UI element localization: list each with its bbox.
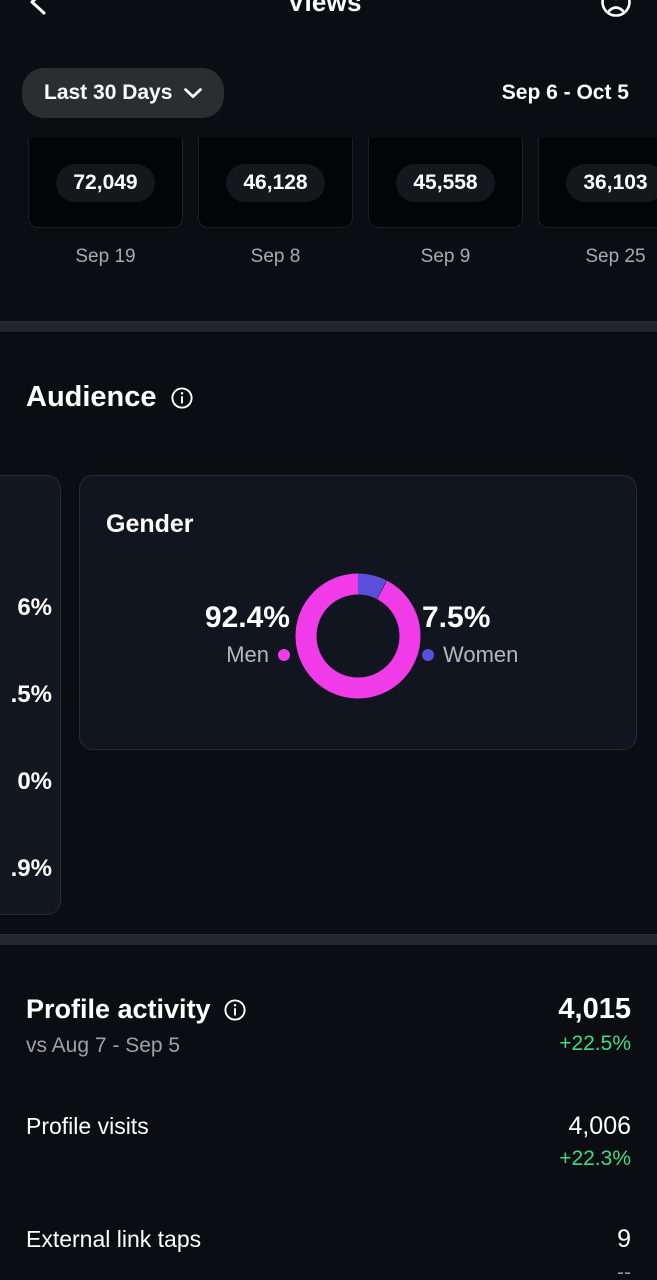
- women-legend-dot: [422, 649, 434, 661]
- women-legend: Women: [422, 642, 582, 668]
- audience-header: Audience: [0, 333, 657, 414]
- active-date-range: Sep 6 - Oct 5: [501, 81, 629, 104]
- gender-women-stat: 7.5% Women: [422, 601, 582, 668]
- content-thumbnail[interactable]: 45,558: [368, 138, 523, 228]
- chevron-left-icon: [30, 0, 46, 15]
- top-content-strip[interactable]: 72,049 Sep 19 46,128 Sep 8 45,558 Sep 9 …: [0, 138, 657, 288]
- metric-row[interactable]: Profile visits 4,006 +22.3%: [26, 1058, 631, 1171]
- top-content-item[interactable]: 45,558 Sep 9: [368, 138, 523, 288]
- info-circle-icon[interactable]: [224, 998, 246, 1021]
- metric-label: Profile visits: [26, 1113, 149, 1139]
- donut-svg: [295, 573, 421, 699]
- age-percent-value: .9%: [10, 855, 52, 882]
- profile-activity-delta: +22.5%: [559, 1032, 631, 1056]
- donut-slice-men: [295, 573, 421, 699]
- profile-activity-header-right: 4,015 +22.5%: [558, 994, 631, 1056]
- content-date-label: Sep 19: [75, 246, 136, 267]
- profile-activity-title-line: Profile activity: [26, 994, 246, 1025]
- age-percent-value: 0%: [17, 768, 52, 795]
- profile-activity-header-left: Profile activity vs Aug 7 - Sep 5: [26, 994, 246, 1058]
- account-info-circle-icon: [601, 0, 631, 17]
- date-controls-row: Last 30 Days Sep 6 - Oct 5: [0, 62, 657, 124]
- metric-values: 4,006 +22.3%: [559, 1113, 631, 1171]
- info-circle-icon[interactable]: [170, 386, 193, 409]
- profile-activity-section: Profile activity vs Aug 7 - Sep 5 4,015 …: [0, 946, 657, 1280]
- section-divider: [0, 934, 657, 946]
- age-percent-value: 6%: [17, 594, 52, 621]
- metric-delta: +22.3%: [559, 1147, 631, 1171]
- top-content-item[interactable]: 72,049 Sep 19: [28, 138, 183, 288]
- gender-men-stat: 92.4% Men: [150, 601, 290, 668]
- views-count-badge: 46,128: [226, 163, 325, 202]
- section-divider: [0, 321, 657, 333]
- metric-label: External link taps: [26, 1226, 202, 1253]
- back-button[interactable]: [24, 0, 50, 17]
- date-range-selector[interactable]: Last 30 Days: [22, 68, 225, 118]
- top-content-item[interactable]: 36,103 Sep 25: [538, 138, 657, 288]
- profile-activity-title: Profile activity: [26, 994, 211, 1024]
- views-count-badge: 45,558: [396, 163, 495, 202]
- top-content-item[interactable]: 46,128 Sep 8: [198, 138, 353, 288]
- metric-row[interactable]: External link taps 9 --: [26, 1171, 631, 1280]
- content-date-label: Sep 9: [420, 246, 471, 267]
- audience-cards-row[interactable]: 6% .5% 0% .9% Gender 92.4% Men 7.5% Wome…: [0, 475, 657, 915]
- men-legend-dot: [278, 649, 290, 661]
- account-info-button[interactable]: [599, 0, 633, 19]
- men-percentage: 92.4%: [204, 601, 290, 634]
- profile-activity-header: Profile activity vs Aug 7 - Sep 5 4,015 …: [26, 946, 631, 1058]
- gender-donut-chart: [291, 569, 425, 703]
- women-legend-label: Women: [443, 642, 519, 667]
- age-percent-value: .5%: [10, 681, 52, 708]
- content-date-label: Sep 8: [250, 246, 301, 267]
- audience-section: Audience 6% .5% 0% .9% Gender 92.4% Men …: [0, 333, 657, 934]
- views-count-badge: 36,103: [566, 163, 657, 202]
- insights-screen: Views Last 30 Days Sep 6 - Oct 5 72,049 …: [0, 0, 657, 1280]
- page-title: Views: [287, 0, 362, 17]
- date-range-selector-label: Last 30 Days: [44, 81, 173, 104]
- gender-card-title: Gender: [106, 510, 194, 538]
- views-count-badge: 72,049: [56, 163, 155, 202]
- profile-activity-total: 4,015: [558, 993, 631, 1025]
- content-date-label: Sep 25: [585, 246, 646, 267]
- top-navigation-bar: Views: [0, 0, 657, 26]
- content-thumbnail[interactable]: 36,103: [538, 138, 657, 228]
- content-thumbnail[interactable]: 46,128: [198, 138, 353, 228]
- audience-title: Audience: [26, 381, 157, 413]
- metric-value: 9: [617, 1225, 631, 1254]
- gender-card[interactable]: Gender 92.4% Men 7.5% Women: [79, 475, 637, 750]
- age-range-card[interactable]: 6% .5% 0% .9%: [0, 475, 61, 915]
- men-legend-label: Men: [226, 642, 269, 667]
- women-percentage: 7.5%: [422, 601, 491, 634]
- metric-values: 9 --: [617, 1226, 631, 1280]
- chevron-down-icon: [184, 87, 203, 98]
- profile-activity-comparison-label: vs Aug 7 - Sep 5: [26, 1034, 181, 1057]
- men-legend: Men: [150, 642, 290, 668]
- metric-value: 4,006: [568, 1112, 631, 1140]
- age-percent-list: 6% .5% 0% .9%: [11, 594, 52, 883]
- content-thumbnail[interactable]: 72,049: [28, 138, 183, 228]
- metric-delta: --: [617, 1260, 631, 1280]
